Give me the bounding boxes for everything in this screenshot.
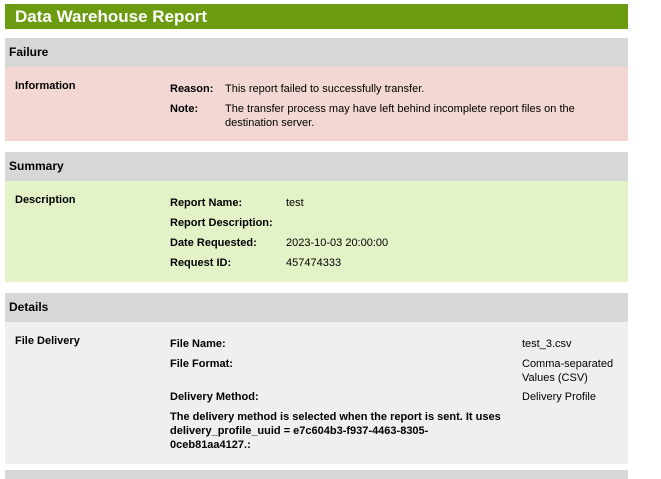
file-name-label: File Name: xyxy=(170,338,226,350)
failure-section-header: Failure xyxy=(5,38,628,67)
next-section-header-partial xyxy=(5,470,628,479)
reason-value: This report failed to successfully trans… xyxy=(225,83,425,95)
file-format-label: File Format: xyxy=(170,358,233,370)
date-requested-label: Date Requested: xyxy=(170,237,257,249)
description-label: Description xyxy=(15,194,76,206)
date-requested-value: 2023-10-03 20:00:00 xyxy=(286,237,389,249)
file-format-value-line-2: Values (CSV) xyxy=(522,372,588,384)
delivery-note-line-2: delivery_profile_uuid = e7c604b3-f937-44… xyxy=(170,425,429,437)
file-format-value-line-1: Comma-separated xyxy=(522,358,614,370)
delivery-method-label: Delivery Method: xyxy=(170,391,259,403)
delivery-method-value: Delivery Profile xyxy=(522,391,596,403)
note-value-line-1: The transfer process may have left behin… xyxy=(225,103,575,115)
delivery-note-line-1: The delivery method is selected when the… xyxy=(170,411,501,423)
report-name-value: test xyxy=(286,197,304,209)
report-name-label: Report Name: xyxy=(170,197,243,209)
summary-section-header: Summary xyxy=(5,152,628,181)
failure-section-body: Information Reason: This report failed t… xyxy=(5,67,628,141)
reason-label: Reason: xyxy=(170,83,214,95)
details-section-body: File Delivery File Name: test_3.csv File… xyxy=(5,322,628,464)
report-title: Data Warehouse Report xyxy=(5,4,628,29)
summary-section-body: Description Report Name: test Report Des… xyxy=(5,181,628,282)
file-delivery-label: File Delivery xyxy=(15,335,80,347)
request-id-label: Request ID: xyxy=(170,257,232,269)
delivery-note-line-3: 0ceb81aa4127.: xyxy=(170,439,251,451)
note-label: Note: xyxy=(170,103,199,115)
information-label: Information xyxy=(15,80,76,92)
note-value-line-2: destination server. xyxy=(225,117,315,129)
report-description-label: Report Description: xyxy=(170,217,273,229)
request-id-value: 457474333 xyxy=(286,257,342,269)
details-section-header: Details xyxy=(5,293,628,322)
file-name-value: test_3.csv xyxy=(522,338,572,350)
